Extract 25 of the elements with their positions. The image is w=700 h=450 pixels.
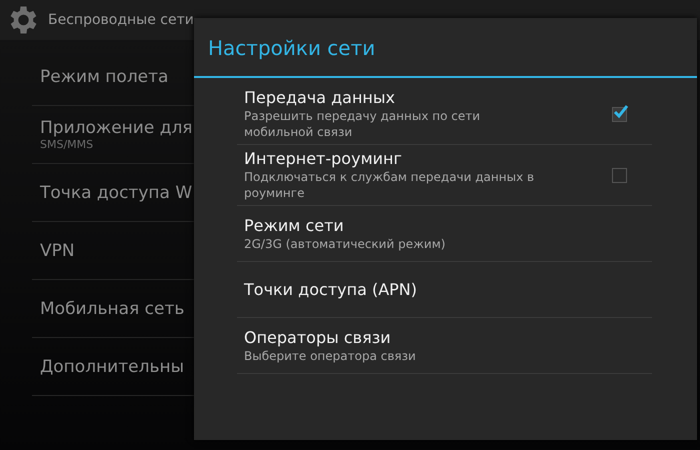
settings-item-title: Режим полета bbox=[40, 66, 170, 86]
item-title: Точки доступа (APN) bbox=[244, 280, 418, 300]
item-title: Передача данных bbox=[244, 88, 396, 107]
dialog-item[interactable]: Передача данных Разрешить передачу данных по сети мобильной связи bbox=[237, 84, 652, 146]
settings-item-title: VPN bbox=[40, 240, 76, 260]
item-title: Интернет-роуминг bbox=[244, 149, 403, 168]
settings-item-title: Дополнительны bbox=[40, 356, 186, 376]
item-title: Режим сети bbox=[244, 216, 345, 235]
dialog-item[interactable]: Точки доступа (APN) bbox=[237, 262, 652, 318]
settings-item-title: Точка доступа W bbox=[40, 182, 194, 202]
settings-item-title: Приложение для bbox=[40, 118, 194, 138]
checkbox[interactable] bbox=[612, 106, 627, 122]
settings-item-subtitle: SMS/MMS bbox=[40, 138, 94, 151]
dialog-item[interactable]: Режим сети 2G/3G (автоматический режим) bbox=[237, 206, 652, 262]
item-subtitle: Подключаться к службам передачи данных в роуминге bbox=[244, 170, 536, 202]
checkbox[interactable] bbox=[612, 168, 627, 183]
header-title: Беспроводные сети bbox=[48, 12, 194, 28]
item-title: Операторы связи bbox=[244, 328, 392, 347]
dialog-title: Настройки сети bbox=[194, 18, 697, 78]
dialog-item[interactable]: Операторы связи Выберите оператора связи bbox=[237, 318, 652, 374]
settings-item-title: Мобильная сеть bbox=[40, 298, 186, 318]
item-subtitle: 2G/3G (автоматический режим) bbox=[244, 236, 446, 252]
item-subtitle: Выберите оператора связи bbox=[244, 348, 417, 364]
item-subtitle: Разрешить передачу данных по сети мобильной связи bbox=[244, 109, 482, 140]
dialog-item[interactable]: Интернет-роуминг Подключаться к службам передачи данных в роуминге bbox=[237, 145, 652, 206]
